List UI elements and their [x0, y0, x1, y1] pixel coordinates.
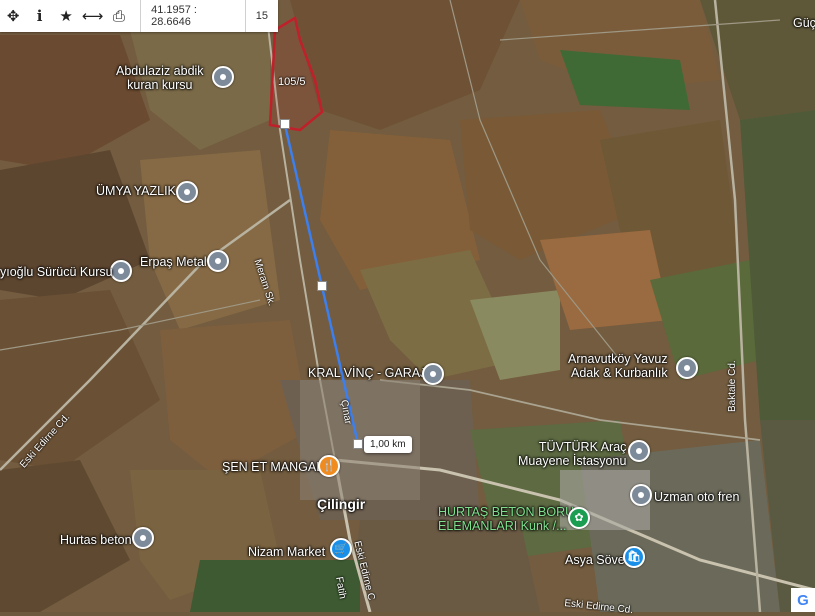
print-icon[interactable]: ⎙ — [106, 0, 132, 32]
place-label-erpas: Erpaş Metal — [140, 255, 207, 269]
road-label-baktale: Baktale Cd. — [727, 360, 738, 412]
coordinate-readout: 41.1957 : 28.6646 — [140, 0, 246, 32]
place-label-asya: Asya Söve — [565, 553, 625, 567]
distance-label: 1,00 km — [364, 436, 412, 453]
business-icon[interactable]: ✿ — [568, 507, 590, 529]
google-logo: G — [791, 588, 815, 612]
shopping-bag-icon[interactable]: 🛍 — [623, 546, 645, 568]
place-label-hurtas-boru: HURTAŞ BETON BORU ELEMANLARI Kunk /... — [438, 505, 575, 533]
star-icon[interactable]: ★ — [53, 0, 79, 32]
place-label-nizam: Nizam Market — [248, 545, 326, 559]
map-toolbar: ✥ i ★ ⟷ ⎙ 41.1957 : 28.6646 15 — [0, 0, 278, 32]
place-pin-icon[interactable] — [628, 440, 650, 462]
move-icon[interactable]: ✥ — [0, 0, 26, 32]
place-label-surucu: yıoğlu Sürücü Kursu — [0, 265, 113, 279]
zoom-level: 15 — [255, 10, 269, 22]
shopping-cart-icon[interactable]: 🛒 — [330, 538, 352, 560]
place-pin-icon[interactable] — [630, 484, 652, 506]
measure-mid-handle[interactable] — [317, 281, 327, 291]
place-label-sen-et: ŞEN ET MANGAL — [222, 460, 324, 474]
place-pin-icon[interactable] — [207, 250, 229, 272]
info-icon[interactable]: i — [26, 0, 52, 32]
place-pin-icon[interactable] — [676, 357, 698, 379]
place-label-kral: KRAL VİNÇ - GARAJ — [308, 366, 427, 380]
place-label-uzman: Uzman oto fren — [654, 490, 740, 504]
place-label-hurtas-beton: Hurtas beton — [60, 533, 132, 547]
place-pin-icon[interactable] — [176, 181, 198, 203]
place-pin-icon[interactable] — [212, 66, 234, 88]
measure-start-handle[interactable] — [280, 119, 290, 129]
place-label-arnavutkoy: Arnavutköy Yavuz Adak & Kurbanlık — [568, 352, 668, 380]
measure-icon[interactable]: ⟷ — [79, 0, 105, 32]
place-label-umya: ÜMYA YAZLIK — [96, 184, 176, 198]
place-label-cilingir: Çilingir — [317, 496, 366, 512]
place-label-guc: Güç — [793, 16, 815, 30]
place-pin-icon[interactable] — [132, 527, 154, 549]
measure-end-handle[interactable] — [353, 439, 363, 449]
place-label-abdulaziz: Abdulaziz abdik kuran kursu — [116, 64, 204, 92]
school-pin-icon[interactable] — [110, 260, 132, 282]
place-pin-icon[interactable] — [422, 363, 444, 385]
parcel-label: 105/5 — [278, 76, 306, 88]
place-label-tuvturk: TÜVTÜRK Araç Muayene İstasyonu — [518, 440, 627, 468]
restaurant-icon[interactable]: 🍴 — [318, 455, 340, 477]
